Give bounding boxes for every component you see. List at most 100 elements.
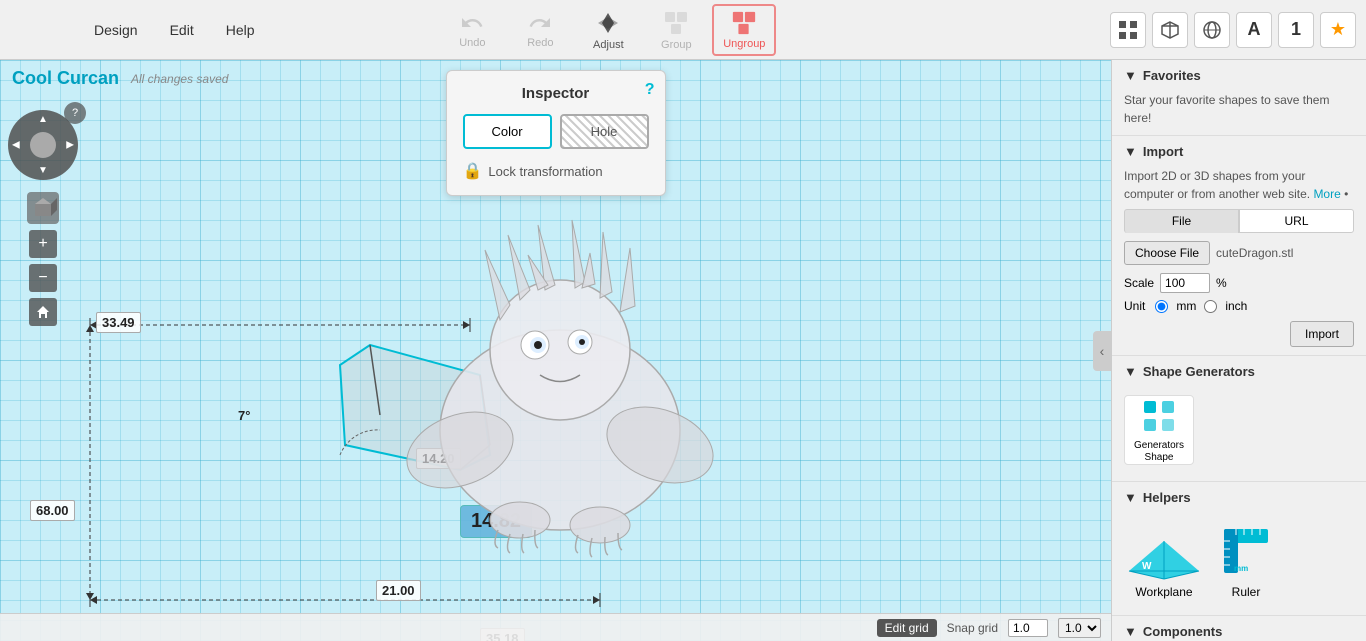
inspector-help[interactable]: ? (645, 81, 655, 99)
toolbar-right: A 1 ★ (1110, 12, 1356, 48)
nav-menu: Design Edit Help (80, 16, 269, 44)
file-url-tabs: File URL (1124, 209, 1354, 233)
helpers-section: ▼ Helpers W (1112, 482, 1366, 616)
unit-radio-group: mm inch (1155, 299, 1247, 313)
view-cube[interactable] (27, 192, 59, 224)
shape-generators-header[interactable]: ▼ Shape Generators (1124, 364, 1354, 379)
left-controls: ▲ ▼ ◀ ▶ ? + − (8, 80, 78, 326)
unit-inch-label: inch (1225, 299, 1247, 313)
scale-percent: % (1216, 276, 1227, 290)
ruler-item[interactable]: mm Ruler (1216, 521, 1276, 599)
undo-button[interactable]: Undo (440, 4, 504, 56)
saved-status: All changes saved (131, 72, 228, 86)
shape-generators-content: Generators Shape (1124, 387, 1354, 473)
group-button[interactable]: Group (644, 4, 708, 56)
favorites-content: Star your favorite shapes to save them h… (1124, 91, 1354, 127)
inspector-buttons: Color Hole (463, 114, 649, 149)
orbit-left[interactable]: ◀ (12, 140, 20, 151)
import-button[interactable]: Import (1290, 321, 1354, 347)
inspector-panel: Inspector ? Color Hole 🔒 Lock transforma… (446, 70, 666, 196)
zoom-in-button[interactable]: + (29, 230, 57, 258)
adjust-button[interactable]: Adjust (576, 4, 640, 56)
edit-grid-button[interactable]: Edit grid (877, 619, 937, 637)
helpers-list: W Workplane (1124, 513, 1354, 607)
ungroup-icon (730, 10, 758, 36)
file-tab[interactable]: File (1124, 209, 1239, 233)
ruler-label: Ruler (1232, 585, 1261, 599)
helpers-header[interactable]: ▼ Helpers (1124, 490, 1354, 505)
favorites-title: Favorites (1143, 68, 1201, 83)
choose-file-row: Choose File cuteDragon.stl (1124, 241, 1354, 265)
hole-button[interactable]: Hole (560, 114, 649, 149)
lock-icon: 🔒 (463, 161, 483, 181)
favorites-section: ▼ Favorites Star your favorite shapes to… (1112, 60, 1366, 136)
workplane-item[interactable]: W Workplane (1124, 521, 1204, 599)
ungroup-button[interactable]: Ungroup (712, 4, 776, 56)
text-button[interactable]: A (1236, 12, 1272, 48)
grid-view-button[interactable] (1110, 12, 1146, 48)
toolbar-center: Undo Redo Adjust Group (440, 4, 776, 56)
filename-display: cuteDragon.stl (1216, 246, 1293, 260)
panel-toggle[interactable]: ‹ (1093, 331, 1111, 371)
snap-grid-label: Snap grid (947, 621, 998, 635)
nav-edit[interactable]: Edit (156, 16, 208, 44)
scale-input[interactable] (1160, 273, 1210, 293)
orbit-center[interactable] (30, 132, 56, 158)
sphere-view-button[interactable] (1194, 12, 1230, 48)
orbit-down[interactable]: ▼ (38, 165, 48, 176)
snap-input[interactable] (1008, 619, 1048, 637)
import-more-link[interactable]: More (1313, 187, 1340, 201)
favorites-description: Star your favorite shapes to save them h… (1124, 91, 1354, 127)
import-title: Import (1143, 144, 1183, 159)
star-button[interactable]: ★ (1320, 12, 1356, 48)
sphere-icon (1202, 20, 1222, 40)
angle-label: 7° (238, 408, 250, 423)
home-icon (35, 304, 51, 320)
adjust-icon (594, 9, 622, 37)
import-header[interactable]: ▼ Import (1124, 144, 1354, 159)
main-area: Cool Curcan All changes saved ▲ ▼ ◀ ▶ ? (0, 60, 1366, 641)
generators-shape-item[interactable]: Generators Shape (1124, 395, 1194, 465)
redo-icon (528, 11, 552, 35)
ruler-icon: mm (1216, 521, 1276, 581)
home-button[interactable] (29, 298, 57, 326)
canvas-area[interactable]: Cool Curcan All changes saved ▲ ▼ ◀ ▶ ? (0, 60, 1111, 641)
import-content: Import 2D or 3D shapes from your compute… (1124, 167, 1354, 347)
color-button[interactable]: Color (463, 114, 552, 149)
components-arrow: ▼ (1124, 624, 1137, 639)
zoom-out-button[interactable]: − (29, 264, 57, 292)
cube-view-button[interactable] (1152, 12, 1188, 48)
svg-text:W: W (1142, 561, 1152, 572)
shape-generators-list: Generators Shape (1124, 387, 1354, 473)
nav-help[interactable]: Help (212, 16, 269, 44)
orbit-right[interactable]: ▶ (66, 140, 74, 151)
right-panel: ▼ Favorites Star your favorite shapes to… (1111, 60, 1366, 641)
choose-file-button[interactable]: Choose File (1124, 241, 1210, 265)
workplane-icon: W (1124, 521, 1204, 581)
favorites-arrow: ▼ (1124, 68, 1137, 83)
help-button[interactable]: ? (64, 102, 86, 124)
undo-icon (460, 11, 484, 35)
unit-mm-label: mm (1176, 299, 1196, 313)
snap-unit-select[interactable]: 1.0 0.5 2.0 (1058, 618, 1101, 638)
orbit-up[interactable]: ▲ (38, 114, 48, 125)
3d-model (380, 190, 740, 570)
logo[interactable] (10, 4, 62, 56)
unit-inch-radio[interactable] (1204, 300, 1217, 313)
nav-design[interactable]: Design (80, 16, 152, 44)
redo-button[interactable]: Redo (508, 4, 572, 56)
measure-top: 33.49 (96, 312, 141, 333)
import-arrow: ▼ (1124, 144, 1137, 159)
url-tab[interactable]: URL (1239, 209, 1354, 233)
generators-shape-label: Generators Shape (1125, 440, 1193, 464)
shape-generators-title: Shape Generators (1143, 364, 1255, 379)
helpers-content: W Workplane (1124, 513, 1354, 607)
unit-mm-radio[interactable] (1155, 300, 1168, 313)
number-button[interactable]: 1 (1278, 12, 1314, 48)
import-description: Import 2D or 3D shapes from your compute… (1124, 167, 1354, 203)
measure-bottom-left: 21.00 (376, 580, 421, 601)
components-section[interactable]: ▼ Components (1112, 616, 1366, 641)
favorites-header[interactable]: ▼ Favorites (1124, 68, 1354, 83)
grid-icon (1118, 20, 1138, 40)
measure-left: 68.00 (30, 500, 75, 521)
